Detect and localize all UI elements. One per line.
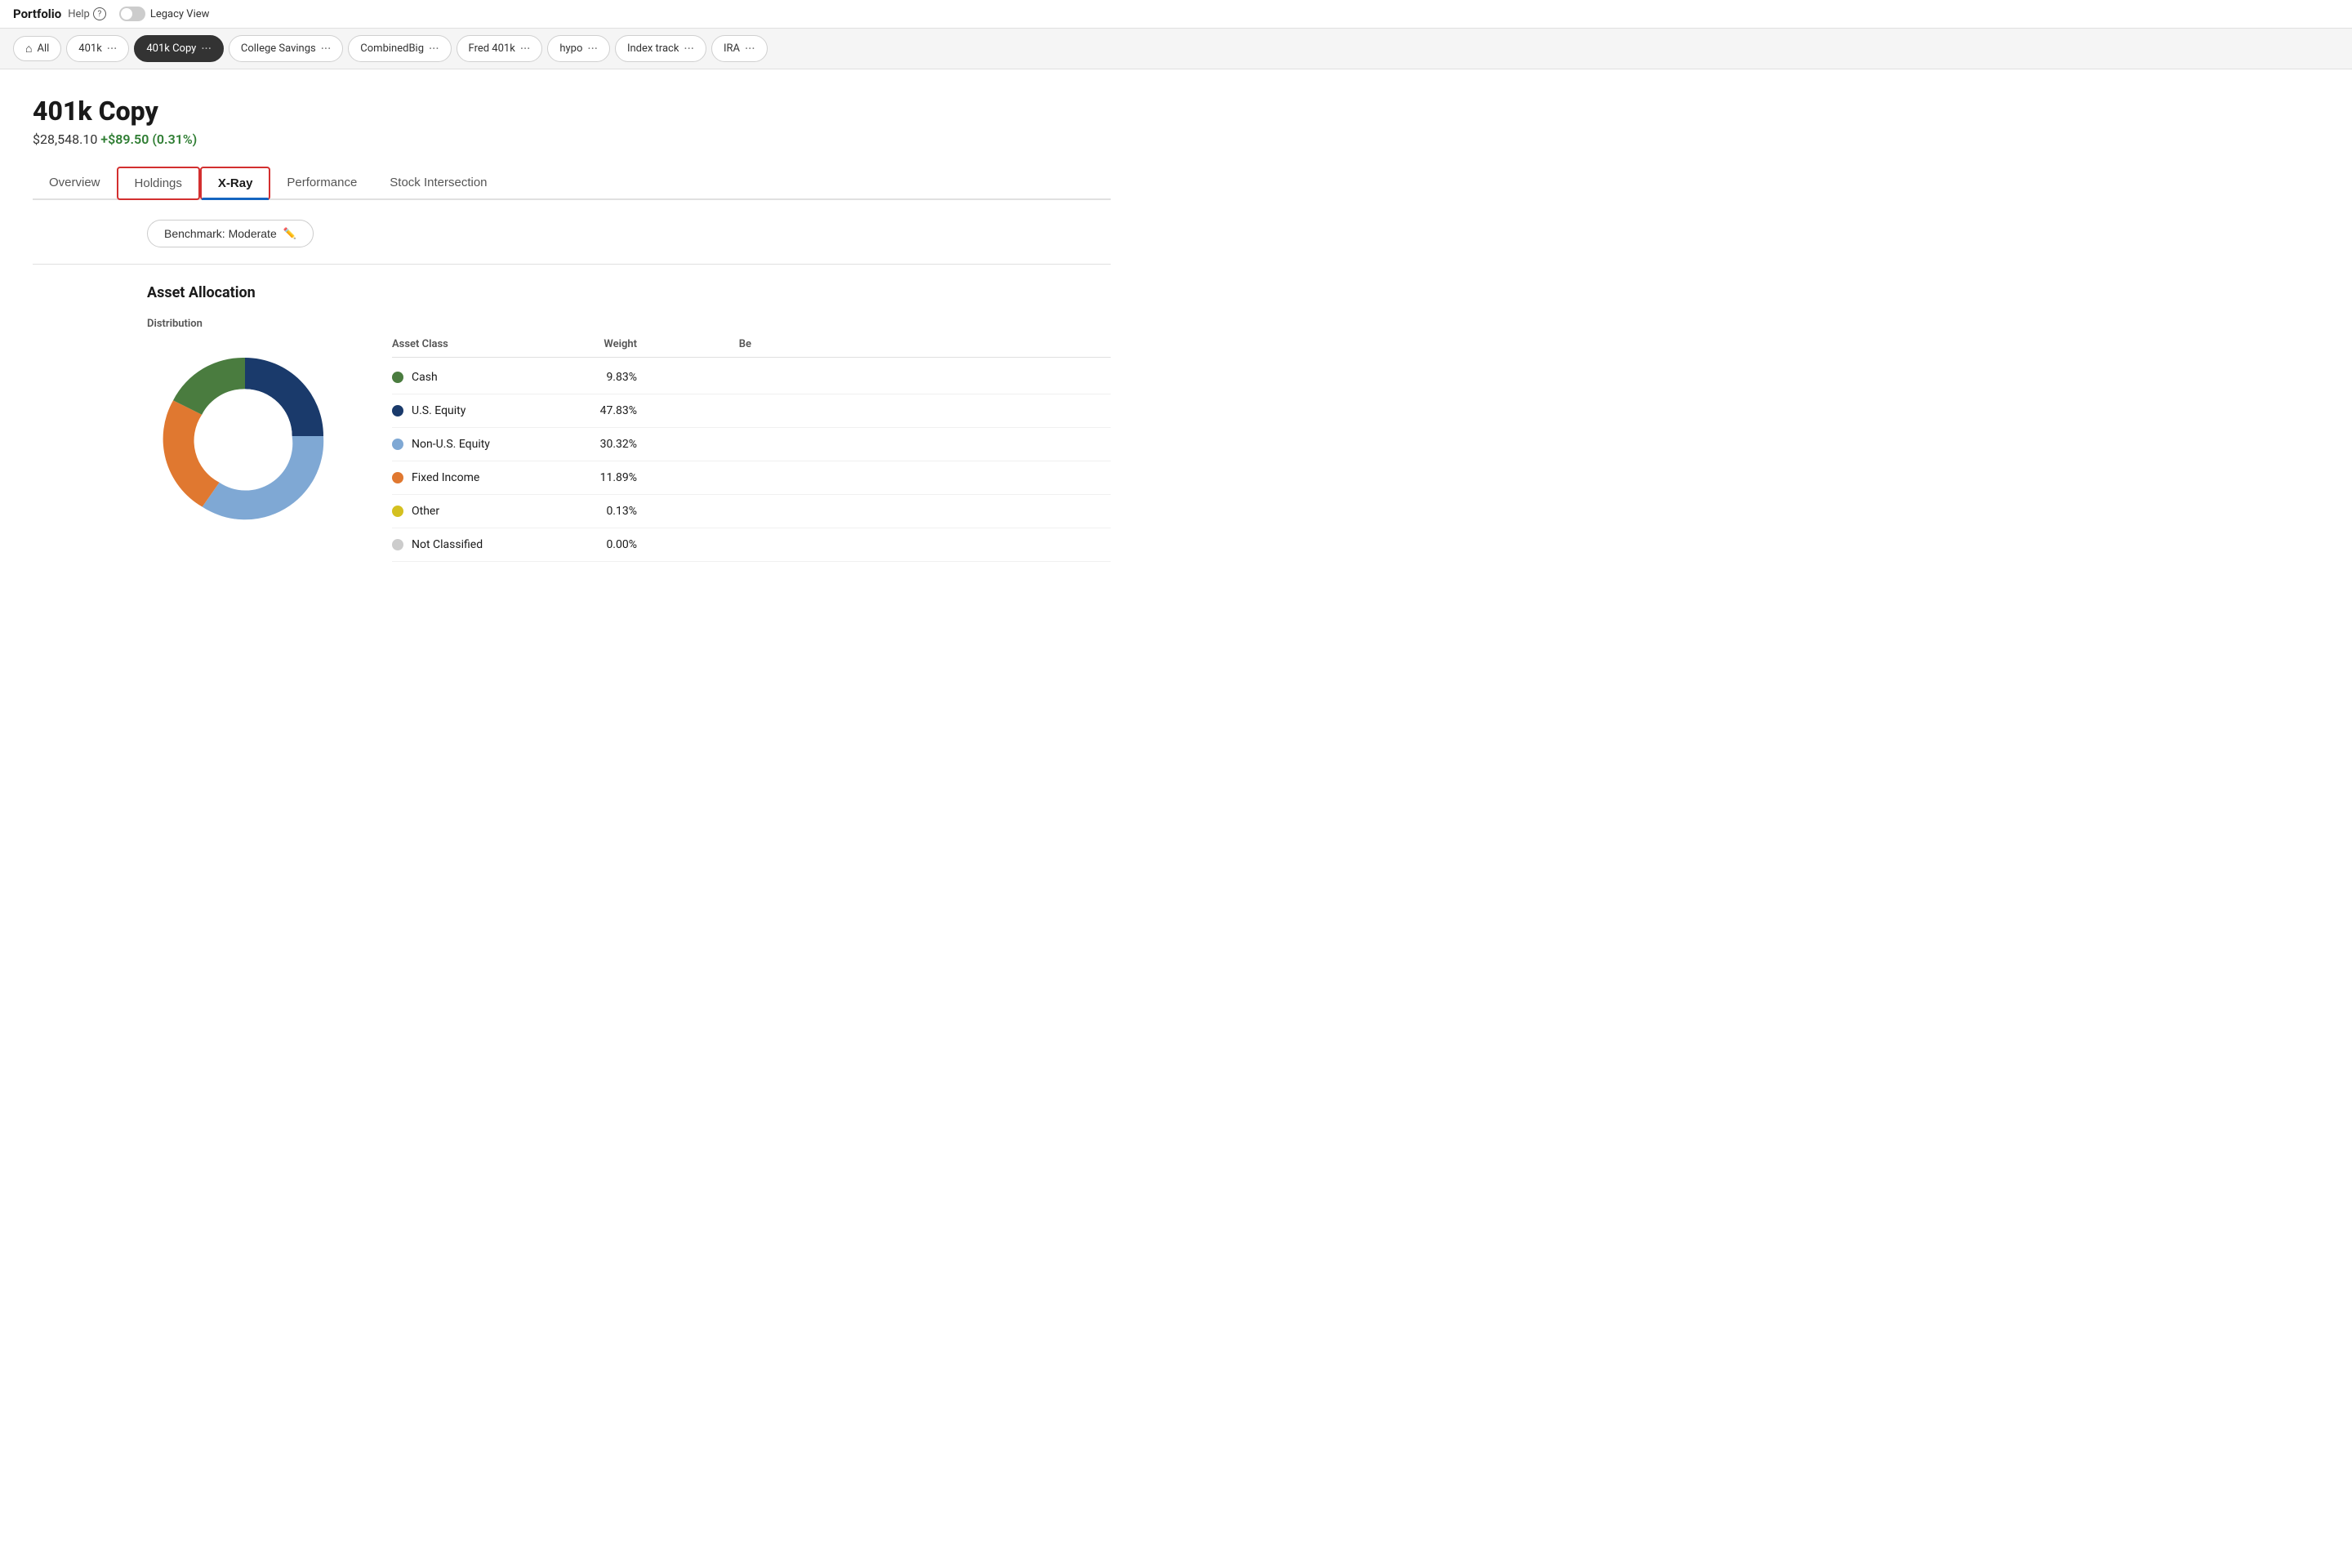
portfolio-change-percent: (0.31%) <box>152 131 197 147</box>
portfolio-tab-fred-401k-label: Fred 401k <box>469 42 515 55</box>
col-weight: Weight <box>555 338 653 350</box>
tab-performance[interactable]: Performance <box>270 167 373 198</box>
portfolio-tab-ira-label: IRA <box>724 42 740 55</box>
more-dots-index[interactable]: ··· <box>684 41 694 56</box>
benchmark-button[interactable]: Benchmark: Moderate ✏️ <box>147 220 314 247</box>
portfolio-tab-hypo-label: hypo <box>559 42 582 55</box>
section-tabs: Overview Holdings X-Ray Performance Stoc… <box>33 167 1111 200</box>
cash-dot <box>392 372 403 383</box>
asset-class-non-us-equity: Non-U.S. Equity <box>392 438 555 451</box>
table-row: Fixed Income 11.89% <box>392 461 1111 495</box>
col-asset-class: Asset Class <box>392 338 555 350</box>
asset-table-header: Asset Class Weight Be <box>392 338 1111 358</box>
legacy-view-toggle[interactable] <box>119 7 145 21</box>
portfolio-tab-combined-big-label: CombinedBig <box>360 42 424 55</box>
more-dots-college[interactable]: ··· <box>321 41 332 56</box>
donut-chart <box>147 338 343 534</box>
portfolio-tab-all-label: All <box>37 42 49 55</box>
portfolio-tabs-bar: ⌂ All 401k ··· 401k Copy ··· College Sav… <box>0 29 2352 69</box>
portfolio-tab-401k-copy[interactable]: 401k Copy ··· <box>134 35 224 62</box>
us-equity-dot <box>392 405 403 416</box>
portfolio-value-row: $28,548.10 +$89.50 (0.31%) <box>33 131 1111 147</box>
portfolio-change-amount: +$89.50 <box>100 131 149 147</box>
portfolio-tab-fred-401k[interactable]: Fred 401k ··· <box>457 35 543 62</box>
not-classified-weight: 0.00% <box>555 538 653 551</box>
portfolio-tab-index-track-label: Index track <box>627 42 679 55</box>
table-row: Non-U.S. Equity 30.32% <box>392 428 1111 461</box>
section-divider <box>33 264 1111 265</box>
portfolio-tab-college-savings-label: College Savings <box>241 42 316 55</box>
cash-label: Cash <box>412 371 438 384</box>
fixed-income-weight: 11.89% <box>555 471 653 484</box>
portfolio-tab-combined-big[interactable]: CombinedBig ··· <box>348 35 451 62</box>
asset-class-cash: Cash <box>392 371 555 384</box>
asset-class-not-classified: Not Classified <box>392 538 555 551</box>
help-link[interactable]: Help ? <box>68 7 106 20</box>
table-row: Cash 9.83% <box>392 361 1111 394</box>
help-circle-icon: ? <box>93 7 106 20</box>
not-classified-dot <box>392 539 403 550</box>
portfolio-title: 401k Copy <box>33 96 1111 127</box>
asset-class-other: Other <box>392 505 555 518</box>
portfolio-tab-401k-label: 401k <box>78 42 102 55</box>
asset-allocation-section: Asset Allocation Distribution <box>33 284 1111 562</box>
tab-xray[interactable]: X-Ray <box>200 167 271 200</box>
tab-overview[interactable]: Overview <box>33 167 117 198</box>
more-dots-401k-copy[interactable]: ··· <box>201 41 212 56</box>
more-dots-fred[interactable]: ··· <box>520 41 531 56</box>
fixed-income-label: Fixed Income <box>412 471 479 484</box>
portfolio-value: $28,548.10 <box>33 131 97 147</box>
asset-class-us-equity: U.S. Equity <box>392 404 555 417</box>
other-weight: 0.13% <box>555 505 653 518</box>
toggle-knob <box>121 8 132 20</box>
portfolio-tab-401k-copy-label: 401k Copy <box>146 42 196 55</box>
table-row: Not Classified 0.00% <box>392 528 1111 562</box>
other-label: Other <box>412 505 439 518</box>
legacy-view-label: Legacy View <box>150 8 210 20</box>
portfolio-tab-index-track[interactable]: Index track ··· <box>615 35 706 62</box>
us-equity-label: U.S. Equity <box>412 404 466 417</box>
table-row: U.S. Equity 47.83% <box>392 394 1111 428</box>
asset-class-fixed-income: Fixed Income <box>392 471 555 484</box>
non-us-equity-label: Non-U.S. Equity <box>412 438 490 451</box>
col-be: Be <box>653 338 751 350</box>
portfolio-tab-all[interactable]: ⌂ All <box>13 36 61 61</box>
portfolio-tab-401k[interactable]: 401k ··· <box>66 35 129 62</box>
tab-holdings[interactable]: Holdings <box>117 167 200 200</box>
top-nav: Portfolio Help ? Legacy View <box>0 0 2352 29</box>
more-dots-401k[interactable]: ··· <box>107 41 118 56</box>
benchmark-label: Benchmark: Moderate <box>164 227 277 240</box>
more-dots-ira[interactable]: ··· <box>745 41 755 56</box>
non-us-equity-dot <box>392 439 403 450</box>
portfolio-tab-hypo[interactable]: hypo ··· <box>547 35 610 62</box>
legacy-view-toggle-wrap: Legacy View <box>119 7 210 21</box>
edit-icon: ✏️ <box>283 227 296 240</box>
main-content: 401k Copy $28,548.10 +$89.50 (0.31%) Ove… <box>0 69 1143 588</box>
asset-allocation-title: Asset Allocation <box>147 284 1111 301</box>
home-icon: ⌂ <box>25 42 32 56</box>
asset-class-table: Asset Class Weight Be Cash 9.83% U.S. <box>392 338 1111 562</box>
other-dot <box>392 506 403 517</box>
more-dots-combined[interactable]: ··· <box>429 41 439 56</box>
cash-weight: 9.83% <box>555 371 653 384</box>
distribution-label: Distribution <box>147 318 1111 330</box>
portfolio-tab-college-savings[interactable]: College Savings ··· <box>229 35 343 62</box>
allocation-body: Asset Class Weight Be Cash 9.83% U.S. <box>147 338 1111 562</box>
fixed-income-dot <box>392 472 403 483</box>
not-classified-label: Not Classified <box>412 538 483 551</box>
more-dots-hypo[interactable]: ··· <box>587 41 598 56</box>
portfolio-tab-ira[interactable]: IRA ··· <box>711 35 768 62</box>
non-us-equity-weight: 30.32% <box>555 438 653 451</box>
tab-stock-intersection[interactable]: Stock Intersection <box>373 167 503 198</box>
us-equity-weight: 47.83% <box>555 404 653 417</box>
portfolio-change: +$89.50 (0.31%) <box>100 131 197 147</box>
table-row: Other 0.13% <box>392 495 1111 528</box>
brand-label: Portfolio <box>13 7 61 21</box>
